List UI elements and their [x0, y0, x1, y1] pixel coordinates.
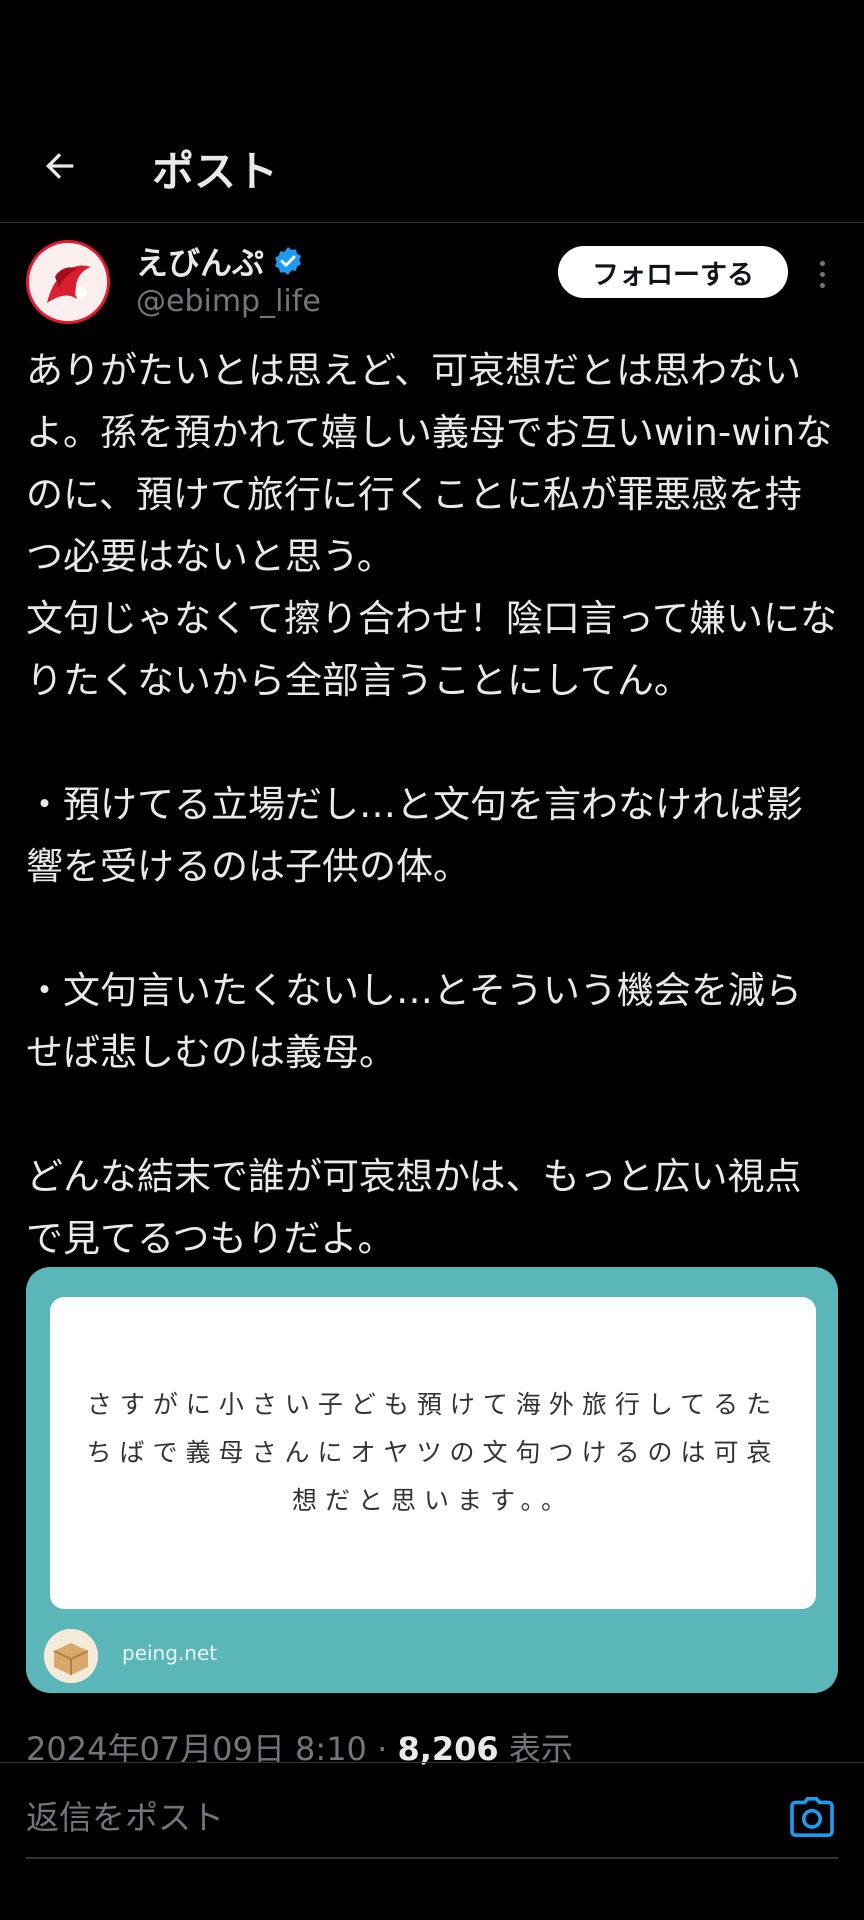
author-name: えびんぷ [136, 244, 265, 282]
reply-bar: 返信をポスト [0, 1762, 864, 1859]
top-bar: ポスト [0, 110, 864, 223]
avatar-image [29, 243, 107, 321]
avatar[interactable] [26, 240, 110, 324]
question-card: さすがに小さい子ども預けて海外旅行してるたちばで義母さんにオヤツの文句つけるのは… [50, 1297, 816, 1609]
verified-badge-icon [275, 247, 301, 275]
follow-button[interactable]: フォローする [558, 246, 788, 298]
more-options-icon[interactable] [808, 252, 836, 296]
link-card[interactable]: さすがに小さい子ども預けて海外旅行してるたちばで義母さんにオヤツの文句つけるのは… [26, 1267, 838, 1693]
box-icon [44, 1629, 98, 1683]
question-text: さすがに小さい子ども預けて海外旅行してるたちばで義母さんにオヤツの文句つけるのは… [86, 1390, 780, 1515]
post-text: ありがたいとは思えど、可哀想だとは思わないよ。孫を預かれて嬉しい義母でお互いwi… [26, 349, 838, 1260]
card-source: peing.net [122, 1641, 218, 1665]
divider [26, 1857, 838, 1859]
author-handle[interactable]: @ebimp_life [136, 284, 321, 319]
author-name-row[interactable]: えびんぷ [136, 238, 304, 284]
arrow-left-icon [46, 153, 74, 179]
camera-icon[interactable] [790, 1797, 834, 1837]
page-title: ポスト [152, 147, 279, 196]
back-button[interactable] [36, 142, 84, 190]
reply-input[interactable]: 返信をポスト [26, 1791, 224, 1839]
